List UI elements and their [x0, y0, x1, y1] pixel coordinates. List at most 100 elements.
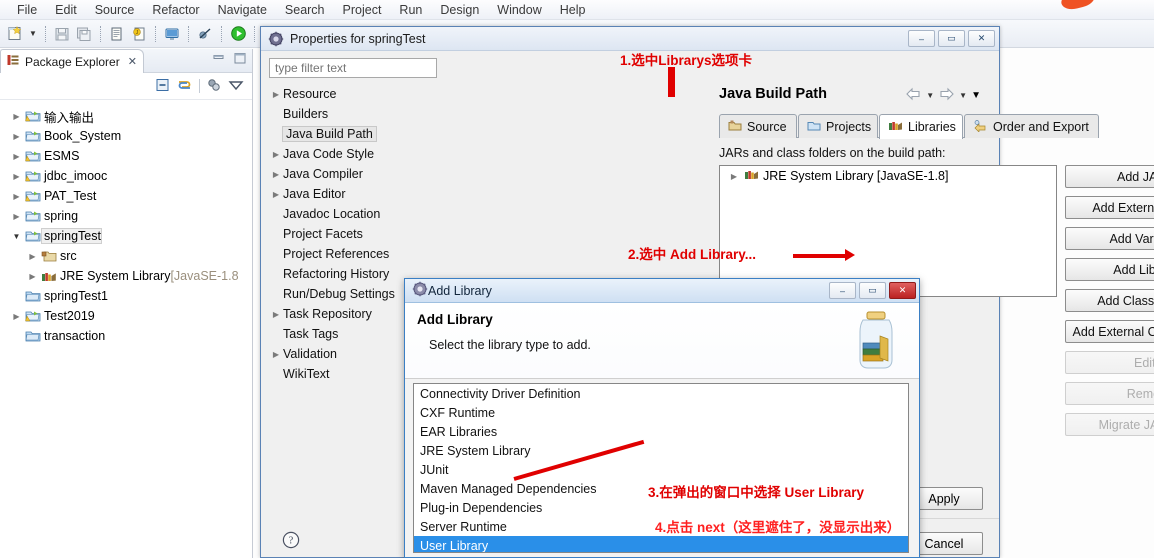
maximize-button[interactable]: ▭ — [938, 30, 965, 47]
expand-arrow-icon[interactable]: ▶ — [10, 132, 23, 141]
view-menu-icon[interactable]: ▼ — [971, 90, 981, 101]
print-icon[interactable] — [107, 24, 127, 44]
tree-item-esms[interactable]: ▶ ESMS — [0, 146, 252, 166]
menu-item-design[interactable]: Design — [431, 1, 488, 19]
menu-item-file[interactable]: File — [8, 1, 46, 19]
minimize-button[interactable]: – — [908, 30, 935, 47]
forward-arrow-icon[interactable] — [938, 87, 955, 104]
add-library-button[interactable]: Add Library... — [1065, 258, 1154, 281]
expand-arrow-icon[interactable]: ▶ — [10, 312, 23, 321]
view-menu-icon[interactable] — [228, 79, 244, 94]
tree-item-label: Test2019 — [44, 309, 95, 323]
properties-tree-item-javadoc-location[interactable]: Javadoc Location — [269, 204, 437, 224]
tab-projects[interactable]: Projects — [798, 114, 878, 138]
tab-package-explorer[interactable]: Package Explorer ✕ — [0, 49, 144, 73]
new-wizard-dropdown-caret-icon[interactable]: ▼ — [27, 25, 39, 43]
properties-tree-item-java-code-style[interactable]: ▶ Java Code Style — [269, 144, 437, 164]
expand-arrow-icon[interactable]: ▶ — [10, 172, 23, 181]
add-class-folder-button[interactable]: Add Class Folder... — [1065, 289, 1154, 312]
tree-item-jdbc-imooc[interactable]: ▶ jdbc_imooc — [0, 166, 252, 186]
collapse-arrow-icon[interactable]: ▼ — [10, 232, 23, 241]
tree-item-[interactable]: ▶ 输入输出 — [0, 106, 252, 126]
expand-arrow-icon[interactable]: ▶ — [10, 212, 23, 221]
expand-arrow-icon[interactable]: ▶ — [269, 170, 283, 179]
maximize-button[interactable]: ▭ — [859, 282, 886, 299]
expand-arrow-icon[interactable]: ▶ — [26, 252, 39, 261]
save-icon[interactable] — [52, 24, 72, 44]
toggle-console-icon[interactable] — [162, 24, 182, 44]
maximize-icon[interactable] — [233, 52, 248, 66]
tree-item-label: spring — [44, 209, 79, 223]
tab-order-and-export[interactable]: Order and Export — [964, 114, 1099, 138]
list-item[interactable]: ▶ JRE System Library [JavaSE-1.8] — [720, 166, 1056, 186]
save-all-icon[interactable] — [74, 24, 94, 44]
menu-item-help[interactable]: Help — [551, 1, 595, 19]
add-variable-button[interactable]: Add Variable... — [1065, 227, 1154, 250]
help-icon[interactable]: ? — [282, 531, 300, 549]
menu-item-project[interactable]: Project — [334, 1, 391, 19]
library-type-junit[interactable]: JUnit — [414, 460, 908, 479]
properties-tree-item-project-facets[interactable]: Project Facets — [269, 224, 437, 244]
new-wizard-icon[interactable] — [5, 24, 25, 44]
tab-source[interactable]: Source — [719, 114, 797, 138]
expand-arrow-icon[interactable]: ▶ — [10, 152, 23, 161]
add-jars-button[interactable]: Add JARs... — [1065, 165, 1154, 188]
focus-icon[interactable] — [206, 77, 222, 96]
expand-arrow-icon[interactable]: ▶ — [269, 310, 283, 319]
add-external-class-folder-button[interactable]: Add External Class Folder... — [1065, 320, 1154, 343]
expand-arrow-icon[interactable]: ▶ — [269, 150, 283, 159]
skip-breakpoints-icon[interactable] — [195, 24, 215, 44]
minimize-icon[interactable] — [212, 52, 227, 66]
tree-item-transaction[interactable]: transaction — [0, 326, 252, 346]
library-type-user-library[interactable]: User Library — [414, 536, 908, 552]
tree-item-src[interactable]: ▶ src — [0, 246, 252, 266]
properties-tree-item-project-references[interactable]: Project References — [269, 244, 437, 264]
minimize-button[interactable]: – — [829, 282, 856, 299]
properties-tree-item-builders[interactable]: Builders — [269, 104, 437, 124]
expand-arrow-icon[interactable]: ▶ — [728, 172, 740, 181]
run-icon[interactable] — [228, 24, 248, 44]
add-external-jars-button[interactable]: Add External JARs... — [1065, 196, 1154, 219]
properties-tree-item-java-build-path[interactable]: Java Build Path — [269, 124, 437, 144]
menu-item-window[interactable]: Window — [488, 1, 550, 19]
back-dropdown-caret-icon[interactable]: ▼ — [926, 91, 934, 100]
new-java-class-icon[interactable]: J — [129, 24, 149, 44]
collapse-all-icon[interactable] — [155, 77, 171, 96]
tab-libraries[interactable]: Libraries — [879, 114, 963, 139]
tree-item-book-system[interactable]: ▶ Book_System — [0, 126, 252, 146]
menu-item-refactor[interactable]: Refactor — [143, 1, 208, 19]
filter-input[interactable] — [269, 58, 437, 78]
tree-item-springtest[interactable]: ▼ springTest — [0, 226, 252, 246]
expand-arrow-icon[interactable]: ▶ — [269, 90, 283, 99]
expand-arrow-icon[interactable]: ▶ — [26, 272, 39, 281]
expand-arrow-icon[interactable]: ▶ — [10, 192, 23, 201]
menu-item-navigate[interactable]: Navigate — [209, 1, 276, 19]
library-type-jre-system-library[interactable]: JRE System Library — [414, 441, 908, 460]
tree-item-pat-test[interactable]: ▶ PAT_Test — [0, 186, 252, 206]
library-type-cxf-runtime[interactable]: CXF Runtime — [414, 403, 908, 422]
library-type-connectivity-driver-definition[interactable]: Connectivity Driver Definition — [414, 384, 908, 403]
tree-item-test2019[interactable]: ▶ Test2019 — [0, 306, 252, 326]
close-icon[interactable]: ✕ — [128, 55, 137, 68]
properties-tree-item-java-editor[interactable]: ▶ Java Editor — [269, 184, 437, 204]
properties-dialog-title: Properties for springTest — [290, 31, 426, 46]
library-type-ear-libraries[interactable]: EAR Libraries — [414, 422, 908, 441]
expand-arrow-icon[interactable]: ▶ — [269, 350, 283, 359]
tree-item-springtest1[interactable]: springTest1 — [0, 286, 252, 306]
forward-dropdown-caret-icon[interactable]: ▼ — [959, 91, 967, 100]
expand-arrow-icon[interactable]: ▶ — [10, 112, 23, 121]
menu-item-search[interactable]: Search — [276, 1, 334, 19]
expand-arrow-icon[interactable]: ▶ — [269, 190, 283, 199]
menu-item-edit[interactable]: Edit — [46, 1, 86, 19]
menu-item-source[interactable]: Source — [86, 1, 144, 19]
properties-tree-item-resource[interactable]: ▶ Resource — [269, 84, 437, 104]
tree-item-spring[interactable]: ▶ spring — [0, 206, 252, 226]
menu-item-run[interactable]: Run — [390, 1, 431, 19]
properties-tree-item-java-compiler[interactable]: ▶ Java Compiler — [269, 164, 437, 184]
tree-item-jre-system-library[interactable]: ▶ JRE System Library [JavaSE-1.8 — [0, 266, 252, 286]
close-button[interactable]: ✕ — [968, 30, 995, 47]
close-button[interactable]: ✕ — [889, 282, 916, 299]
properties-dialog-title-bar: Properties for springTest – ▭ ✕ — [261, 27, 999, 51]
link-with-editor-icon[interactable] — [177, 77, 193, 96]
back-arrow-icon[interactable] — [905, 87, 922, 104]
